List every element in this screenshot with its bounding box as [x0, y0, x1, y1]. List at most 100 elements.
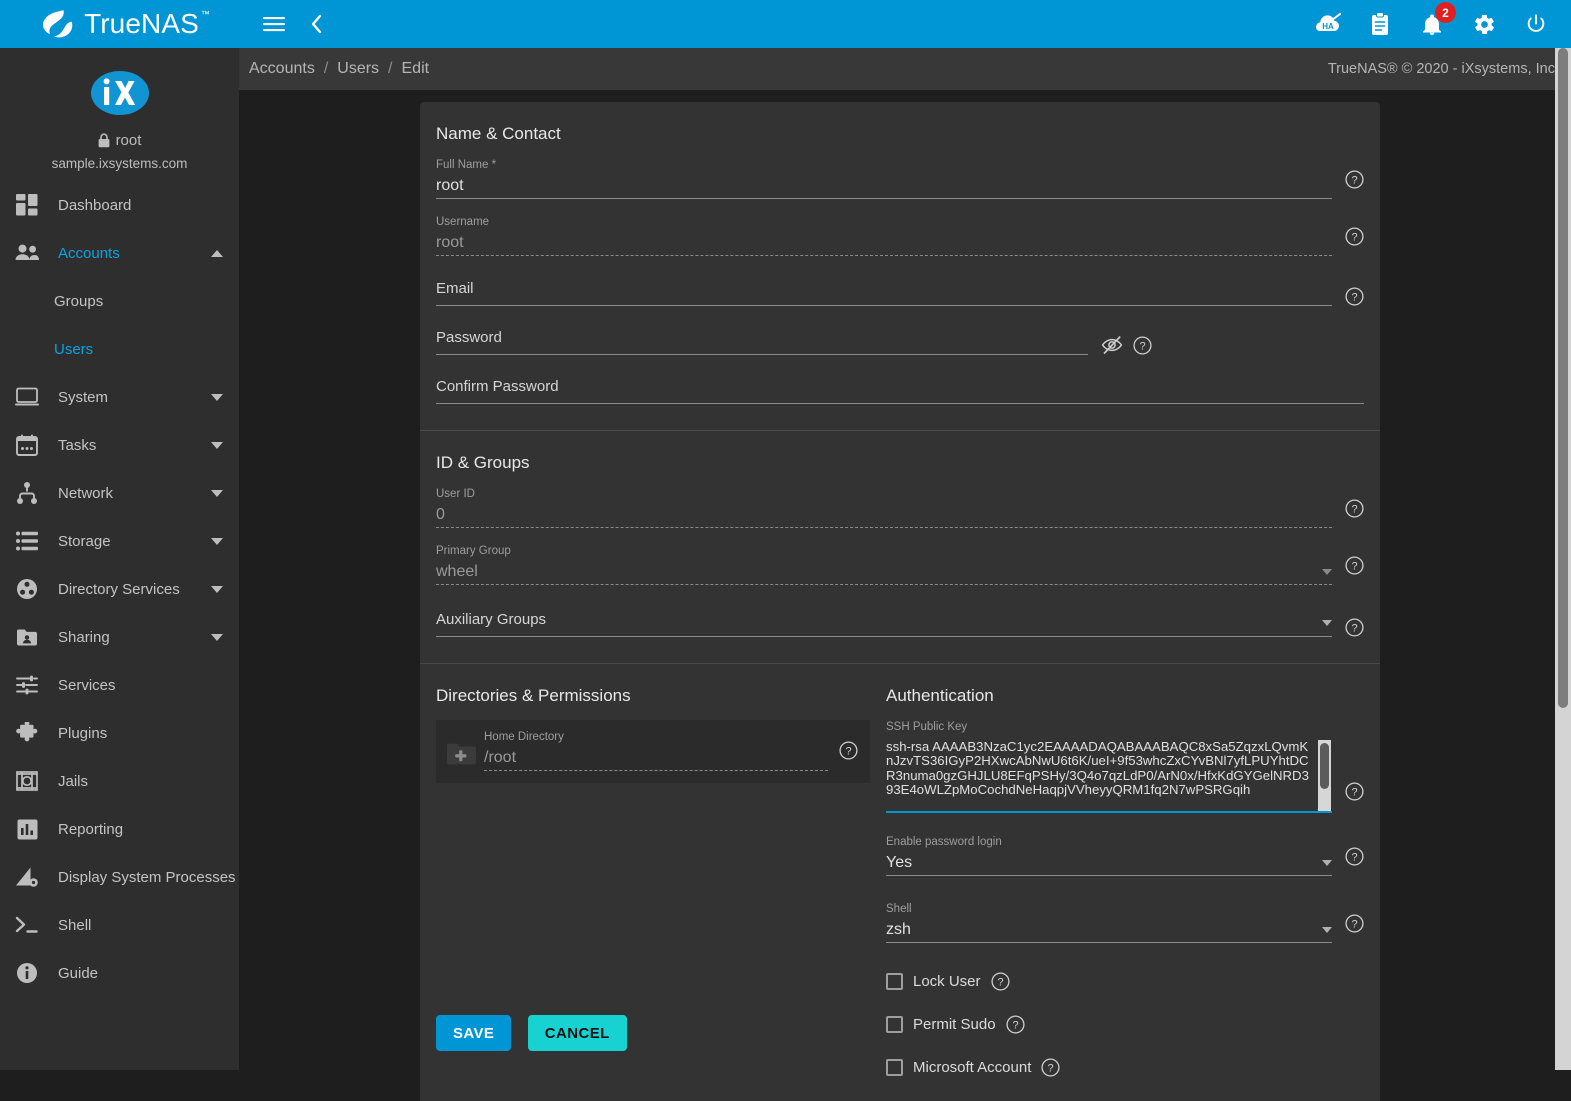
field-password: Password ?: [436, 329, 1364, 355]
svg-text:?: ?: [1139, 341, 1145, 353]
chevron-up-icon[interactable]: [211, 249, 223, 257]
chevron-down-icon[interactable]: [211, 585, 223, 593]
chevron-down-icon[interactable]: [1322, 927, 1332, 933]
directory-services-icon: [12, 575, 42, 603]
input-password[interactable]: [436, 346, 1088, 354]
textarea-ssh-public-key[interactable]: ssh-rsa AAAAB3NzaC1yc2EAAAADAQABAAABAQC8…: [886, 740, 1332, 813]
chevron-left-icon[interactable]: [303, 11, 329, 37]
help-icon-full-name[interactable]: ?: [1345, 170, 1364, 189]
clipboard-icon[interactable]: [1367, 11, 1393, 37]
hamburger-menu-icon[interactable]: [261, 11, 287, 37]
chevron-down-icon[interactable]: [211, 537, 223, 545]
sidebar-item-dashboard[interactable]: Dashboard: [0, 181, 239, 229]
truenas-flame-icon: [43, 10, 73, 38]
power-icon[interactable]: [1523, 11, 1549, 37]
help-icon-shell[interactable]: ?: [1345, 914, 1364, 933]
svg-text:?: ?: [1351, 292, 1357, 304]
select-shell[interactable]: zsh: [886, 917, 1314, 942]
ha-disabled-icon[interactable]: HA: [1315, 11, 1341, 37]
sidebar-item-shell[interactable]: Shell: [0, 901, 239, 949]
help-icon-user-id[interactable]: ?: [1345, 499, 1364, 518]
breadcrumb-item-accounts[interactable]: Accounts: [249, 60, 315, 78]
chevron-down-icon[interactable]: [211, 441, 223, 449]
page-scrollbar[interactable]: [1555, 48, 1571, 1070]
chevron-down-icon[interactable]: [1322, 860, 1332, 866]
alerts-bell-icon[interactable]: 2: [1419, 2, 1456, 37]
eye-off-icon[interactable]: [1101, 335, 1123, 360]
chevron-down-icon[interactable]: [1322, 620, 1332, 626]
help-icon-password[interactable]: ?: [1133, 336, 1152, 360]
sidebar-label-accounts: Accounts: [58, 244, 120, 262]
sidebar-item-groups[interactable]: Groups: [0, 277, 239, 325]
sidebar-user-block: root sample.ixsystems.com: [0, 48, 239, 181]
form-actions: SAVE CANCEL: [420, 1015, 1380, 1051]
svg-text:?: ?: [1048, 1063, 1054, 1075]
sidebar-item-system[interactable]: System: [0, 373, 239, 421]
chevron-down-icon[interactable]: [211, 489, 223, 497]
edit-user-form-card: Name & Contact Full Name * root ? Userna…: [420, 102, 1380, 1101]
save-button[interactable]: SAVE: [436, 1015, 512, 1051]
sidebar-item-storage[interactable]: Storage: [0, 517, 239, 565]
chevron-down-icon[interactable]: [211, 393, 223, 401]
label-username: Username: [436, 216, 490, 228]
sidebar-item-sharing[interactable]: Sharing: [0, 613, 239, 661]
help-icon-lock-user[interactable]: ?: [990, 972, 1010, 991]
help-icon-home-directory[interactable]: ?: [839, 741, 858, 760]
svg-text:?: ?: [1351, 919, 1357, 931]
breadcrumb-item-edit[interactable]: Edit: [402, 60, 430, 78]
input-username: root: [436, 234, 464, 251]
section-title-id-and-groups: ID & Groups: [436, 453, 530, 472]
cancel-button[interactable]: CANCEL: [527, 1015, 627, 1051]
select-enable-password-login[interactable]: Yes: [886, 850, 1314, 875]
sidebar-item-network[interactable]: Network: [0, 469, 239, 517]
ssh-public-key-value: ssh-rsa AAAAB3NzaC1yc2EAAAADAQABAAABAQC8…: [886, 740, 1309, 797]
home-directory-box: Home Directory /root ?: [436, 720, 870, 783]
sidebar-item-accounts[interactable]: Accounts: [0, 229, 239, 277]
sidebar-item-jails[interactable]: Jails: [0, 757, 239, 805]
sidebar-label-sharing: Sharing: [58, 628, 110, 646]
checkbox-microsoft-account[interactable]: [886, 1059, 903, 1076]
input-full-name[interactable]: root: [436, 173, 1332, 198]
breadcrumb-item-users[interactable]: Users: [337, 60, 379, 78]
brand-logo: TrueNAS ™: [0, 0, 239, 48]
sidebar-item-guide[interactable]: Guide: [0, 949, 239, 997]
textarea-resize-handle[interactable]: [1316, 796, 1331, 811]
create-folder-icon[interactable]: [446, 741, 476, 767]
checkbox-row-lock-user: Lock User ?: [886, 972, 1364, 991]
services-icon: [12, 671, 42, 699]
help-icon-email[interactable]: ?: [1345, 287, 1364, 306]
label-primary-group: Primary Group: [436, 545, 511, 557]
sidebar: root sample.ixsystems.com Dashboard Acco…: [0, 48, 239, 1070]
section-name-and-contact: Name & Contact Full Name * root ? Userna…: [420, 102, 1380, 404]
help-icon-enable-password-login[interactable]: ?: [1345, 847, 1364, 866]
help-icon-ssh-public-key[interactable]: ?: [1345, 782, 1364, 801]
select-auxiliary-groups[interactable]: [436, 628, 1332, 636]
field-underline-disabled: [436, 255, 1332, 256]
sidebar-item-services[interactable]: Services: [0, 661, 239, 709]
sidebar-item-reporting[interactable]: Reporting: [0, 805, 239, 853]
chevron-down-icon[interactable]: [211, 633, 223, 641]
help-icon-username[interactable]: ?: [1345, 227, 1364, 246]
label-password: Password: [436, 329, 502, 346]
help-icon-primary-group[interactable]: ?: [1345, 556, 1364, 575]
sidebar-item-tasks[interactable]: Tasks: [0, 421, 239, 469]
textarea-scroll-thumb[interactable]: [1320, 743, 1329, 789]
help-icon-auxiliary-groups[interactable]: ?: [1345, 618, 1364, 637]
sidebar-hostname: sample.ixsystems.com: [51, 156, 188, 171]
brand-trademark: ™: [200, 9, 210, 19]
page-scroll-thumb[interactable]: [1558, 48, 1568, 708]
sidebar-item-plugins[interactable]: Plugins: [0, 709, 239, 757]
svg-text:?: ?: [1351, 561, 1357, 573]
svg-text:?: ?: [1351, 623, 1357, 635]
checkbox-lock-user[interactable]: [886, 973, 903, 990]
sidebar-item-directory-services[interactable]: Directory Services: [0, 565, 239, 613]
field-username: Username root ?: [436, 215, 1364, 256]
sidebar-item-users[interactable]: Users: [0, 325, 239, 373]
sidebar-item-display-system-processes[interactable]: Display System Processes: [0, 853, 239, 901]
field-underline: [436, 305, 1332, 306]
help-icon-microsoft-account[interactable]: ?: [1041, 1058, 1060, 1077]
input-email[interactable]: [436, 297, 1332, 305]
gear-icon[interactable]: [1471, 11, 1497, 37]
input-confirm-password[interactable]: [436, 395, 1364, 403]
field-auxiliary-groups: Auxiliary Groups ?: [436, 612, 1364, 637]
